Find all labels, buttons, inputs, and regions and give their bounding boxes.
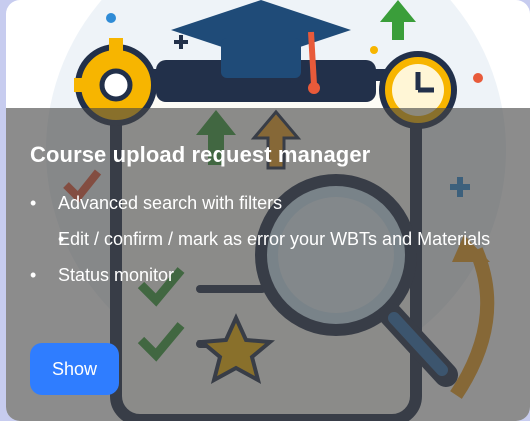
list-item: Status monitor [30,262,510,288]
card-title: Course upload request manager [30,142,371,167]
feature-card: Course upload request manager Advanced s… [6,0,530,421]
show-button[interactable]: Show [30,343,119,395]
list-item: Advanced search with filters [30,190,510,216]
feature-list: Advanced search with filters Edit / conf… [30,190,510,298]
list-item: Edit / confirm / mark as error your WBTs… [30,226,510,252]
card-content: Course upload request manager Advanced s… [6,108,530,421]
